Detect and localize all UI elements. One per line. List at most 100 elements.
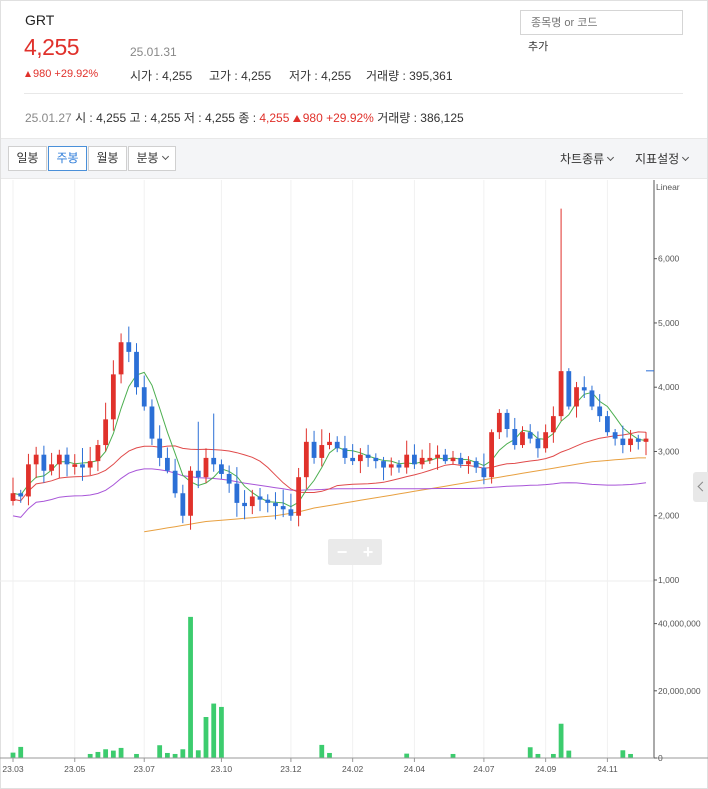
tab-daily[interactable]: 일봉 (8, 146, 47, 171)
candle-body (388, 464, 394, 468)
candle-body (550, 416, 556, 433)
hover-change: 980 (302, 111, 323, 125)
volume-bar (527, 747, 533, 758)
hover-date: 25.01.27 (25, 111, 72, 125)
candle-body (311, 441, 317, 458)
candle-body (134, 351, 139, 388)
volume-bar (327, 752, 332, 758)
x-tick-label: 24.07 (473, 764, 495, 774)
price-date: 25.01.31 (130, 45, 177, 59)
candle-body (118, 342, 124, 375)
change-value: 980 (33, 68, 52, 80)
candle-body (396, 464, 402, 468)
x-tick-label: 23.12 (280, 764, 302, 774)
x-tick-label: 24.09 (535, 764, 557, 774)
volume-bar (95, 751, 101, 758)
tab-minute[interactable]: 분봉 (128, 146, 176, 171)
candle-body (357, 454, 363, 462)
volume-bar (157, 745, 163, 758)
candle-body (49, 464, 54, 471)
candle-body (157, 438, 163, 458)
candle-body (558, 371, 564, 417)
stock-name: GRT (25, 12, 55, 28)
candle-body (605, 416, 610, 433)
ma60-line (12, 468, 647, 518)
chart-toolbar: 일봉 주봉 월봉 분봉 차트종류 지표설정 (1, 138, 707, 179)
candle-body (103, 419, 109, 446)
volume-bar (404, 753, 410, 758)
candle-body (373, 457, 379, 462)
candle-body (33, 454, 39, 465)
candle-body (149, 406, 155, 439)
x-tick-label: 24.02 (342, 764, 364, 774)
high-price: 고가 : 4,255 (209, 69, 272, 83)
up-arrow-icon (25, 71, 31, 77)
candle-body (535, 438, 541, 449)
candle-body (481, 467, 487, 478)
indicator-dropdown[interactable]: 지표설정 (635, 150, 690, 167)
volume-bar (180, 749, 186, 758)
zoom-out-button[interactable]: − (329, 541, 355, 563)
candle-body (180, 493, 186, 516)
stock-chart[interactable]: Linear 1,000 2,000 3,000 4,000 5,000 6,000 0 20,… (0, 180, 708, 789)
candle-body (489, 432, 495, 478)
add-button[interactable]: 추가 (528, 38, 548, 54)
candle-body (381, 461, 386, 468)
candle-body (512, 428, 518, 446)
volume-bar (558, 723, 564, 758)
tab-minute-label: 분봉 (136, 151, 159, 165)
candle-body (95, 445, 101, 462)
candle-body (234, 483, 240, 503)
divider (24, 93, 683, 94)
candle-body (195, 470, 201, 478)
candle-body (26, 464, 31, 497)
chevron-down-icon (161, 152, 169, 161)
candle-body (520, 432, 525, 446)
candle-body (288, 509, 294, 516)
volume-tick-label: 40,000,000 (658, 619, 701, 629)
price-tick-label: 6,000 (658, 254, 680, 264)
tab-weekly[interactable]: 주봉 (48, 146, 87, 171)
zoom-controls: − + (328, 539, 382, 565)
candle-body (303, 441, 309, 478)
volume-bar (550, 753, 556, 758)
hover-open: 시 : 4,255 (75, 111, 127, 125)
candle-body (628, 438, 633, 446)
hover-low: 저 : 4,255 (183, 111, 235, 125)
chevron-down-icon (682, 153, 690, 162)
volume-tick-label: 0 (658, 753, 663, 763)
candle-body (10, 493, 16, 501)
candle-body (404, 454, 410, 468)
volume-bar (134, 753, 139, 758)
x-tick-label: 23.07 (134, 764, 156, 774)
stock-search-input[interactable] (520, 10, 683, 35)
candle-body (466, 461, 471, 465)
candlesticks (10, 208, 649, 530)
hover-ohlc-bar: 25.01.27 시 : 4,255 고 : 4,255 저 : 4,255 종… (25, 109, 464, 126)
chart-type-dropdown[interactable]: 차트종류 (560, 150, 615, 167)
scale-type-label: Linear (656, 182, 680, 192)
hover-volume: 거래량 : 386,125 (377, 111, 464, 125)
volume-bar (110, 750, 116, 758)
volume-bars (10, 616, 633, 758)
hover-high: 고 : 4,255 (129, 111, 181, 125)
candle-body (435, 454, 440, 458)
volume-bar (10, 752, 16, 758)
candle-body (56, 454, 62, 465)
candle-body (473, 461, 479, 468)
candle-body (589, 390, 595, 407)
candle-body (226, 473, 232, 484)
candle-body (496, 412, 502, 433)
candle-body (72, 464, 78, 467)
volume-tick-label: 20,000,000 (658, 686, 701, 696)
candle-body (334, 441, 340, 449)
price-tick-label: 3,000 (658, 446, 680, 456)
low-price: 저가 : 4,255 (289, 69, 352, 83)
chart-type-label: 차트종류 (560, 152, 605, 166)
volume-bar (18, 746, 24, 758)
side-panel-toggle[interactable] (693, 472, 708, 502)
candle-body (427, 457, 433, 461)
candle-body (458, 457, 464, 465)
zoom-in-button[interactable]: + (355, 541, 381, 563)
tab-monthly[interactable]: 월봉 (88, 146, 127, 171)
